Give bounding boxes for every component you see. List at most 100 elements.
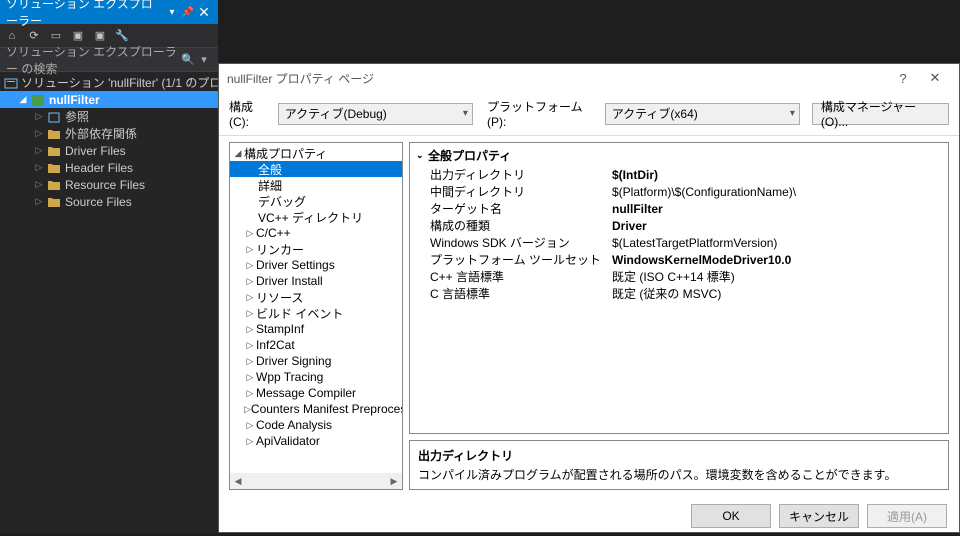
folder-node[interactable]: ▷ Header Files: [0, 159, 218, 176]
close-icon[interactable]: ✕: [196, 4, 212, 21]
external-deps-node[interactable]: ▷ 外部依存関係: [0, 125, 218, 142]
folder-icon: [46, 160, 62, 176]
folder-node[interactable]: ▷ Resource Files: [0, 176, 218, 193]
solution-tree: ソリューション 'nullFilter' (1/1 のプロジ ◢ nullFil…: [0, 72, 218, 212]
horizontal-scrollbar[interactable]: ◀ ▶: [230, 473, 402, 489]
project-icon: [30, 92, 46, 108]
config-combo[interactable]: アクティブ(Debug): [278, 103, 473, 125]
property-row[interactable]: 中間ディレクトリ$(Platform)\$(ConfigurationName)…: [416, 183, 942, 200]
dialog-body: ◢構成プロパティ 全般 詳細 デバッグ VC++ ディレクトリ ▷C/C++ ▷…: [219, 136, 959, 496]
tree-group[interactable]: ▷ApiValidator: [230, 433, 402, 449]
collapse-arrow-icon: ⌄: [416, 150, 428, 161]
tree-group[interactable]: ▷C/C++: [230, 225, 402, 241]
property-row[interactable]: 出力ディレクトリ$(IntDir): [416, 166, 942, 183]
tree-group[interactable]: ▷Driver Settings: [230, 257, 402, 273]
pin-icon[interactable]: 📌: [180, 7, 196, 18]
property-value[interactable]: 既定 (従来の MSVC): [612, 285, 942, 302]
collapse-arrow-icon: ▷: [244, 260, 256, 271]
property-row[interactable]: Windows SDK バージョン$(LatestTargetPlatformV…: [416, 234, 942, 251]
folder-icon: [46, 126, 62, 142]
tree-item-general[interactable]: 全般: [230, 161, 402, 177]
property-grid: ⌄全般プロパティ 出力ディレクトリ$(IntDir)中間ディレクトリ$(Plat…: [409, 142, 949, 434]
grid-heading[interactable]: ⌄全般プロパティ: [416, 147, 942, 164]
folder-label: Resource Files: [65, 178, 145, 192]
scroll-right-icon[interactable]: ▶: [386, 476, 402, 487]
tree-group[interactable]: ▷ビルド イベント: [230, 305, 402, 321]
project-label: nullFilter: [49, 93, 100, 107]
tree-item[interactable]: デバッグ: [230, 193, 402, 209]
dialog-config-row: 構成(C): アクティブ(Debug) プラットフォーム(P): アクティブ(x…: [219, 92, 959, 136]
property-value[interactable]: WindowsKernelModeDriver10.0: [612, 253, 942, 267]
tree-group[interactable]: ▷Counters Manifest Preprocessor: [230, 401, 402, 417]
property-row[interactable]: C++ 言語標準既定 (ISO C++14 標準): [416, 268, 942, 285]
property-row[interactable]: C 言語標準既定 (従来の MSVC): [416, 285, 942, 302]
platform-combo[interactable]: アクティブ(x64): [605, 103, 800, 125]
search-icon: 🔍: [180, 53, 196, 66]
tree-group[interactable]: ▷リソース: [230, 289, 402, 305]
close-icon[interactable]: ✕: [919, 70, 951, 86]
tree-root[interactable]: ◢構成プロパティ: [230, 145, 402, 161]
references-icon: [46, 109, 62, 125]
apply-button[interactable]: 適用(A): [867, 504, 947, 528]
home-icon[interactable]: ⌂: [4, 28, 20, 44]
expand-arrow-icon: ◢: [16, 94, 30, 105]
toolbar-btn[interactable]: ⟳: [26, 28, 42, 44]
dialog-title: nullFilter プロパティ ページ: [227, 70, 887, 87]
folder-label: Header Files: [65, 161, 133, 175]
description-body: コンパイル済みプログラムが配置される場所のパス。環境変数を含めることができます。: [418, 466, 940, 483]
chevron-down-icon: ▾: [196, 53, 212, 66]
tree-item[interactable]: VC++ ディレクトリ: [230, 209, 402, 225]
property-row[interactable]: プラットフォーム ツールセットWindowsKernelModeDriver10…: [416, 251, 942, 268]
collapse-arrow-icon: ▷: [32, 162, 46, 173]
property-tree: ◢構成プロパティ 全般 詳細 デバッグ VC++ ディレクトリ ▷C/C++ ▷…: [229, 142, 403, 490]
toolbar-btn[interactable]: ▭: [48, 28, 64, 44]
cancel-button[interactable]: キャンセル: [779, 504, 859, 528]
folder-node[interactable]: ▷ Source Files: [0, 193, 218, 210]
tree-item[interactable]: 詳細: [230, 177, 402, 193]
dropdown-icon[interactable]: ▾: [164, 7, 180, 18]
property-value[interactable]: $(IntDir): [612, 168, 942, 182]
property-row[interactable]: ターゲット名nullFilter: [416, 200, 942, 217]
dialog-titlebar: nullFilter プロパティ ページ ? ✕: [219, 64, 959, 92]
tree-group[interactable]: ▷リンカー: [230, 241, 402, 257]
toolbar-btn[interactable]: ▣: [70, 28, 86, 44]
collapse-arrow-icon: ▷: [32, 145, 46, 156]
solution-node[interactable]: ソリューション 'nullFilter' (1/1 のプロジ: [0, 74, 218, 91]
scroll-left-icon[interactable]: ◀: [230, 476, 246, 487]
property-key: プラットフォーム ツールセット: [416, 251, 612, 268]
project-node[interactable]: ◢ nullFilter: [0, 91, 218, 108]
tree-group[interactable]: ▷Inf2Cat: [230, 337, 402, 353]
collapse-arrow-icon: ▷: [244, 340, 256, 351]
toolbar-btn[interactable]: ▣: [92, 28, 108, 44]
tree-group[interactable]: ▷Message Compiler: [230, 385, 402, 401]
folder-label: Driver Files: [65, 144, 126, 158]
tree-group[interactable]: ▷Driver Signing: [230, 353, 402, 369]
config-manager-button[interactable]: 構成マネージャー(O)...: [812, 103, 949, 125]
property-grid-panel: ⌄全般プロパティ 出力ディレクトリ$(IntDir)中間ディレクトリ$(Plat…: [409, 142, 949, 490]
solution-explorer-search[interactable]: ソリューション エクスプローラー の検索 🔍 ▾: [0, 48, 218, 72]
collapse-arrow-icon: ▷: [244, 372, 256, 383]
solution-explorer-titlebar: ソリューション エクスプローラー ▾ 📌 ✕: [0, 0, 218, 24]
references-label: 参照: [65, 108, 89, 125]
property-value[interactable]: $(LatestTargetPlatformVersion): [612, 236, 942, 250]
wrench-icon[interactable]: 🔧: [114, 28, 130, 44]
property-description: 出力ディレクトリ コンパイル済みプログラムが配置される場所のパス。環境変数を含め…: [409, 440, 949, 490]
property-row[interactable]: 構成の種類Driver: [416, 217, 942, 234]
tree-group[interactable]: ▷StampInf: [230, 321, 402, 337]
collapse-arrow-icon: ▷: [244, 228, 256, 239]
folder-node[interactable]: ▷ Driver Files: [0, 142, 218, 159]
collapse-arrow-icon: ▷: [32, 196, 46, 207]
folder-label: Source Files: [65, 195, 132, 209]
tree-group[interactable]: ▷Driver Install: [230, 273, 402, 289]
property-value[interactable]: Driver: [612, 219, 942, 233]
help-icon[interactable]: ?: [887, 71, 919, 86]
property-value[interactable]: 既定 (ISO C++14 標準): [612, 268, 942, 285]
tree-group[interactable]: ▷Wpp Tracing: [230, 369, 402, 385]
property-value[interactable]: nullFilter: [612, 202, 942, 216]
config-label: 構成(C):: [229, 98, 272, 129]
references-node[interactable]: ▷ 参照: [0, 108, 218, 125]
property-key: 構成の種類: [416, 217, 612, 234]
ok-button[interactable]: OK: [691, 504, 771, 528]
property-value[interactable]: $(Platform)\$(ConfigurationName)\: [612, 185, 942, 199]
tree-group[interactable]: ▷Code Analysis: [230, 417, 402, 433]
